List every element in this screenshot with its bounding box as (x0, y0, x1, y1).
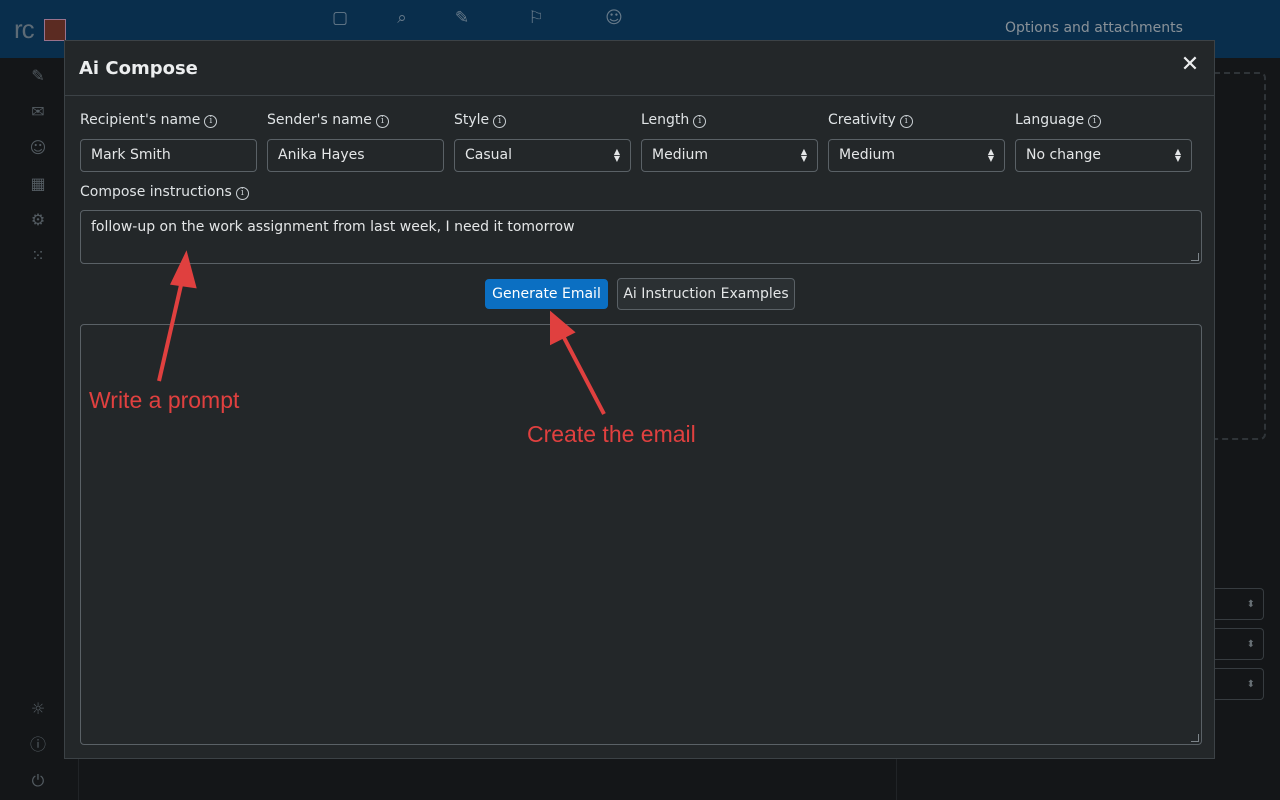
chevron-updown-icon: ▲ ▼ (613, 147, 620, 163)
length-select[interactable]: Medium ▲ ▼ (641, 139, 818, 172)
chevron-updown-icon: ▲ ▼ (987, 147, 994, 163)
close-button[interactable]: ✕ (1178, 53, 1202, 77)
sender-input[interactable]: Anika Hayes (267, 139, 444, 172)
instructions-textarea[interactable]: follow-up on the work assignment from la… (80, 210, 1202, 264)
language-label: Language i (1015, 112, 1102, 128)
info-icon[interactable]: i (204, 115, 218, 128)
modal-title: Ai Compose (79, 58, 198, 79)
chevron-updown-icon: ▲ ▼ (800, 147, 807, 163)
instructions-label: Compose instructions i (80, 184, 249, 200)
sender-label: Sender's name i (267, 112, 389, 128)
generated-email-textarea[interactable] (80, 324, 1202, 745)
creativity-label: Creativity i (828, 112, 913, 128)
resize-handle[interactable] (1191, 253, 1199, 261)
info-icon[interactable]: i (693, 115, 707, 128)
creativity-select[interactable]: Medium ▲ ▼ (828, 139, 1005, 172)
language-select[interactable]: No change ▲ ▼ (1015, 139, 1192, 172)
info-icon[interactable]: i (235, 187, 249, 200)
annotation-write-prompt: Write a prompt (89, 387, 240, 413)
recipient-input[interactable]: Mark Smith (80, 139, 257, 172)
length-label: Length i (641, 112, 707, 128)
info-icon[interactable]: i (375, 115, 389, 128)
info-icon[interactable]: i (899, 115, 913, 128)
info-icon[interactable]: i (1088, 115, 1102, 128)
chevron-updown-icon: ▲ ▼ (1174, 147, 1181, 163)
style-label: Style i (454, 112, 507, 128)
recipient-label: Recipient's name i (80, 112, 218, 128)
generate-email-button[interactable]: Generate Email (485, 279, 608, 309)
info-icon[interactable]: i (493, 115, 507, 128)
resize-handle[interactable] (1191, 734, 1199, 742)
modal-header: Ai Compose ✕ (65, 41, 1214, 96)
style-select[interactable]: Casual ▲ ▼ (454, 139, 631, 172)
annotation-create-email: Create the email (527, 421, 696, 447)
instructions-text: follow-up on the work assignment from la… (91, 219, 575, 235)
ai-instruction-examples-button[interactable]: Ai Instruction Examples (617, 278, 795, 310)
